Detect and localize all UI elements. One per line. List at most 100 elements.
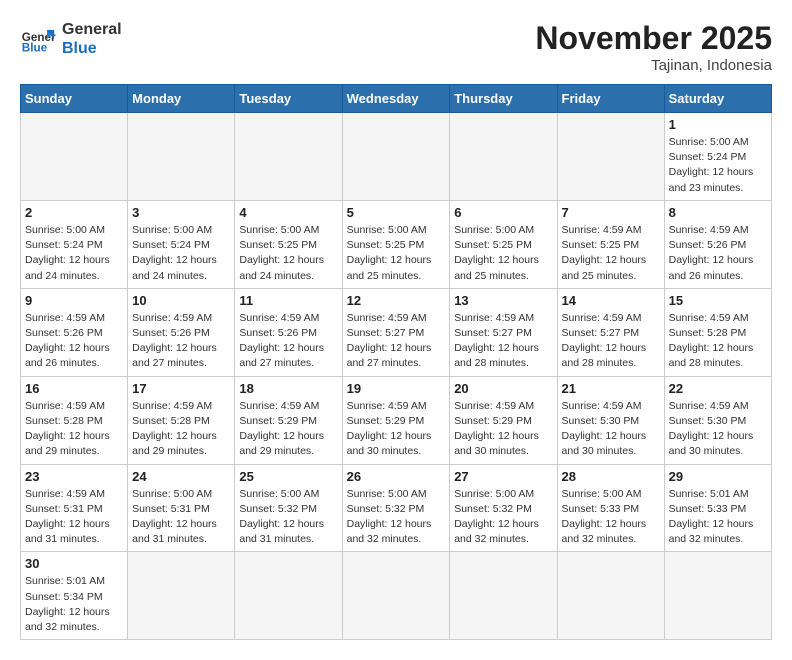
day-cell-23: 23 Sunrise: 4:59 AMSunset: 5:31 PMDayligh… <box>21 464 128 552</box>
day-number: 18 <box>239 381 337 396</box>
day-number: 4 <box>239 205 337 220</box>
day-cell-29: 29 Sunrise: 5:01 AMSunset: 5:33 PMDayligh… <box>664 464 771 552</box>
day-info: Sunrise: 4:59 AMSunset: 5:30 PMDaylight:… <box>562 399 660 460</box>
logo: General Blue General Blue <box>20 20 122 58</box>
day-info: Sunrise: 5:00 AMSunset: 5:25 PMDaylight:… <box>239 223 337 284</box>
day-info: Sunrise: 4:59 AMSunset: 5:26 PMDaylight:… <box>132 311 230 372</box>
day-info: Sunrise: 4:59 AMSunset: 5:30 PMDaylight:… <box>669 399 767 460</box>
day-info: Sunrise: 5:00 AMSunset: 5:24 PMDaylight:… <box>132 223 230 284</box>
day-number: 8 <box>669 205 767 220</box>
day-info: Sunrise: 4:59 AMSunset: 5:29 PMDaylight:… <box>239 399 337 460</box>
day-info: Sunrise: 5:01 AMSunset: 5:33 PMDaylight:… <box>669 487 767 548</box>
day-cell-12: 12 Sunrise: 4:59 AMSunset: 5:27 PMDayligh… <box>342 288 450 376</box>
day-number: 19 <box>347 381 446 396</box>
day-info: Sunrise: 4:59 AMSunset: 5:27 PMDaylight:… <box>347 311 446 372</box>
day-cell-11: 11Sunrise: 4:59 AMSunset: 5:26 PMDayligh… <box>235 288 342 376</box>
day-info: Sunrise: 4:59 AMSunset: 5:27 PMDaylight:… <box>562 311 660 372</box>
empty-cell <box>235 552 342 640</box>
day-cell-30: 30Sunrise: 5:01 AMSunset: 5:34 PMDayligh… <box>21 552 128 640</box>
day-number: 30 <box>25 556 123 571</box>
logo-icon: General Blue <box>20 21 56 57</box>
day-info: Sunrise: 4:59 AMSunset: 5:31 PMDaylight:… <box>25 487 123 548</box>
svg-text:Blue: Blue <box>22 42 48 55</box>
day-cell-5: 5Sunrise: 5:00 AMSunset: 5:25 PMDaylight… <box>342 200 450 288</box>
day-info: Sunrise: 5:00 AMSunset: 5:32 PMDaylight:… <box>347 487 446 548</box>
empty-cell <box>664 552 771 640</box>
day-cell-4: 4 Sunrise: 5:00 AMSunset: 5:25 PMDaylight… <box>235 200 342 288</box>
empty-cell <box>342 113 450 201</box>
day-number: 7 <box>562 205 660 220</box>
day-info: Sunrise: 5:00 AMSunset: 5:32 PMDaylight:… <box>239 487 337 548</box>
day-cell-26: 26 Sunrise: 5:00 AMSunset: 5:32 PMDayligh… <box>342 464 450 552</box>
empty-cell <box>557 113 664 201</box>
day-info: Sunrise: 5:00 AMSunset: 5:25 PMDaylight:… <box>454 223 552 284</box>
day-info: Sunrise: 4:59 AMSunset: 5:26 PMDaylight:… <box>25 311 123 372</box>
day-info: Sunrise: 4:59 AMSunset: 5:26 PMDaylight:… <box>669 223 767 284</box>
day-info: Sunrise: 4:59 AMSunset: 5:29 PMDaylight:… <box>454 399 552 460</box>
day-cell-13: 13 Sunrise: 4:59 AMSunset: 5:27 PMDayligh… <box>450 288 557 376</box>
day-cell-27: 27 Sunrise: 5:00 AMSunset: 5:32 PMDayligh… <box>450 464 557 552</box>
day-header-thursday: Thursday <box>450 85 557 113</box>
day-cell-9: 9 Sunrise: 4:59 AMSunset: 5:26 PMDaylight… <box>21 288 128 376</box>
day-number: 26 <box>347 469 446 484</box>
day-number: 10 <box>132 293 230 308</box>
day-header-wednesday: Wednesday <box>342 85 450 113</box>
empty-cell <box>450 552 557 640</box>
day-number: 12 <box>347 293 446 308</box>
day-number: 2 <box>25 205 123 220</box>
day-info: Sunrise: 4:59 AMSunset: 5:28 PMDaylight:… <box>132 399 230 460</box>
day-number: 11 <box>239 293 337 308</box>
day-cell-10: 10 Sunrise: 4:59 AMSunset: 5:26 PMDayligh… <box>128 288 235 376</box>
day-number: 13 <box>454 293 552 308</box>
day-info: Sunrise: 5:00 AMSunset: 5:24 PMDaylight:… <box>669 135 767 196</box>
day-cell-16: 16 Sunrise: 4:59 AMSunset: 5:28 PMDayligh… <box>21 376 128 464</box>
day-number: 23 <box>25 469 123 484</box>
day-info: Sunrise: 5:00 AMSunset: 5:32 PMDaylight:… <box>454 487 552 548</box>
day-cell-20: 20Sunrise: 4:59 AMSunset: 5:29 PMDayligh… <box>450 376 557 464</box>
empty-cell <box>21 113 128 201</box>
calendar-header: SundayMondayTuesdayWednesdayThursdayFrid… <box>21 85 772 113</box>
day-number: 1 <box>669 117 767 132</box>
day-number: 14 <box>562 293 660 308</box>
logo-blue-text: Blue <box>62 39 122 58</box>
day-cell-2: 2Sunrise: 5:00 AMSunset: 5:24 PMDaylight… <box>21 200 128 288</box>
calendar-table: SundayMondayTuesdayWednesdayThursdayFrid… <box>20 84 772 640</box>
day-info: Sunrise: 4:59 AMSunset: 5:28 PMDaylight:… <box>25 399 123 460</box>
empty-cell <box>235 113 342 201</box>
day-info: Sunrise: 4:59 AMSunset: 5:27 PMDaylight:… <box>454 311 552 372</box>
day-header-sunday: Sunday <box>21 85 128 113</box>
title-block: November 2025 Tajinan, Indonesia <box>535 20 772 74</box>
empty-cell <box>128 552 235 640</box>
day-cell-6: 6 Sunrise: 5:00 AMSunset: 5:25 PMDaylight… <box>450 200 557 288</box>
day-cell-28: 28Sunrise: 5:00 AMSunset: 5:33 PMDayligh… <box>557 464 664 552</box>
day-cell-8: 8 Sunrise: 4:59 AMSunset: 5:26 PMDaylight… <box>664 200 771 288</box>
day-cell-25: 25 Sunrise: 5:00 AMSunset: 5:32 PMDayligh… <box>235 464 342 552</box>
day-number: 27 <box>454 469 552 484</box>
empty-cell <box>557 552 664 640</box>
day-number: 15 <box>669 293 767 308</box>
day-number: 21 <box>562 381 660 396</box>
day-info: Sunrise: 4:59 AMSunset: 5:29 PMDaylight:… <box>347 399 446 460</box>
empty-cell <box>450 113 557 201</box>
day-cell-15: 15 Sunrise: 4:59 AMSunset: 5:28 PMDayligh… <box>664 288 771 376</box>
day-number: 3 <box>132 205 230 220</box>
day-header-friday: Friday <box>557 85 664 113</box>
day-header-monday: Monday <box>128 85 235 113</box>
day-number: 25 <box>239 469 337 484</box>
day-cell-19: 19 Sunrise: 4:59 AMSunset: 5:29 PMDayligh… <box>342 376 450 464</box>
page-header: General Blue General Blue November 2025 … <box>20 20 772 74</box>
day-cell-3: 3 Sunrise: 5:00 AMSunset: 5:24 PMDaylight… <box>128 200 235 288</box>
day-number: 6 <box>454 205 552 220</box>
day-number: 16 <box>25 381 123 396</box>
day-info: Sunrise: 4:59 AMSunset: 5:28 PMDaylight:… <box>669 311 767 372</box>
day-number: 28 <box>562 469 660 484</box>
day-cell-14: 14 Sunrise: 4:59 AMSunset: 5:27 PMDayligh… <box>557 288 664 376</box>
day-cell-22: 22Sunrise: 4:59 AMSunset: 5:30 PMDayligh… <box>664 376 771 464</box>
logo-general-text: General <box>62 20 122 39</box>
day-info: Sunrise: 4:59 AMSunset: 5:25 PMDaylight:… <box>562 223 660 284</box>
day-number: 9 <box>25 293 123 308</box>
day-cell-7: 7 Sunrise: 4:59 AMSunset: 5:25 PMDaylight… <box>557 200 664 288</box>
day-number: 29 <box>669 469 767 484</box>
day-cell-21: 21 Sunrise: 4:59 AMSunset: 5:30 PMDayligh… <box>557 376 664 464</box>
day-cell-1: 1 Sunrise: 5:00 AMSunset: 5:24 PMDaylight… <box>664 113 771 201</box>
